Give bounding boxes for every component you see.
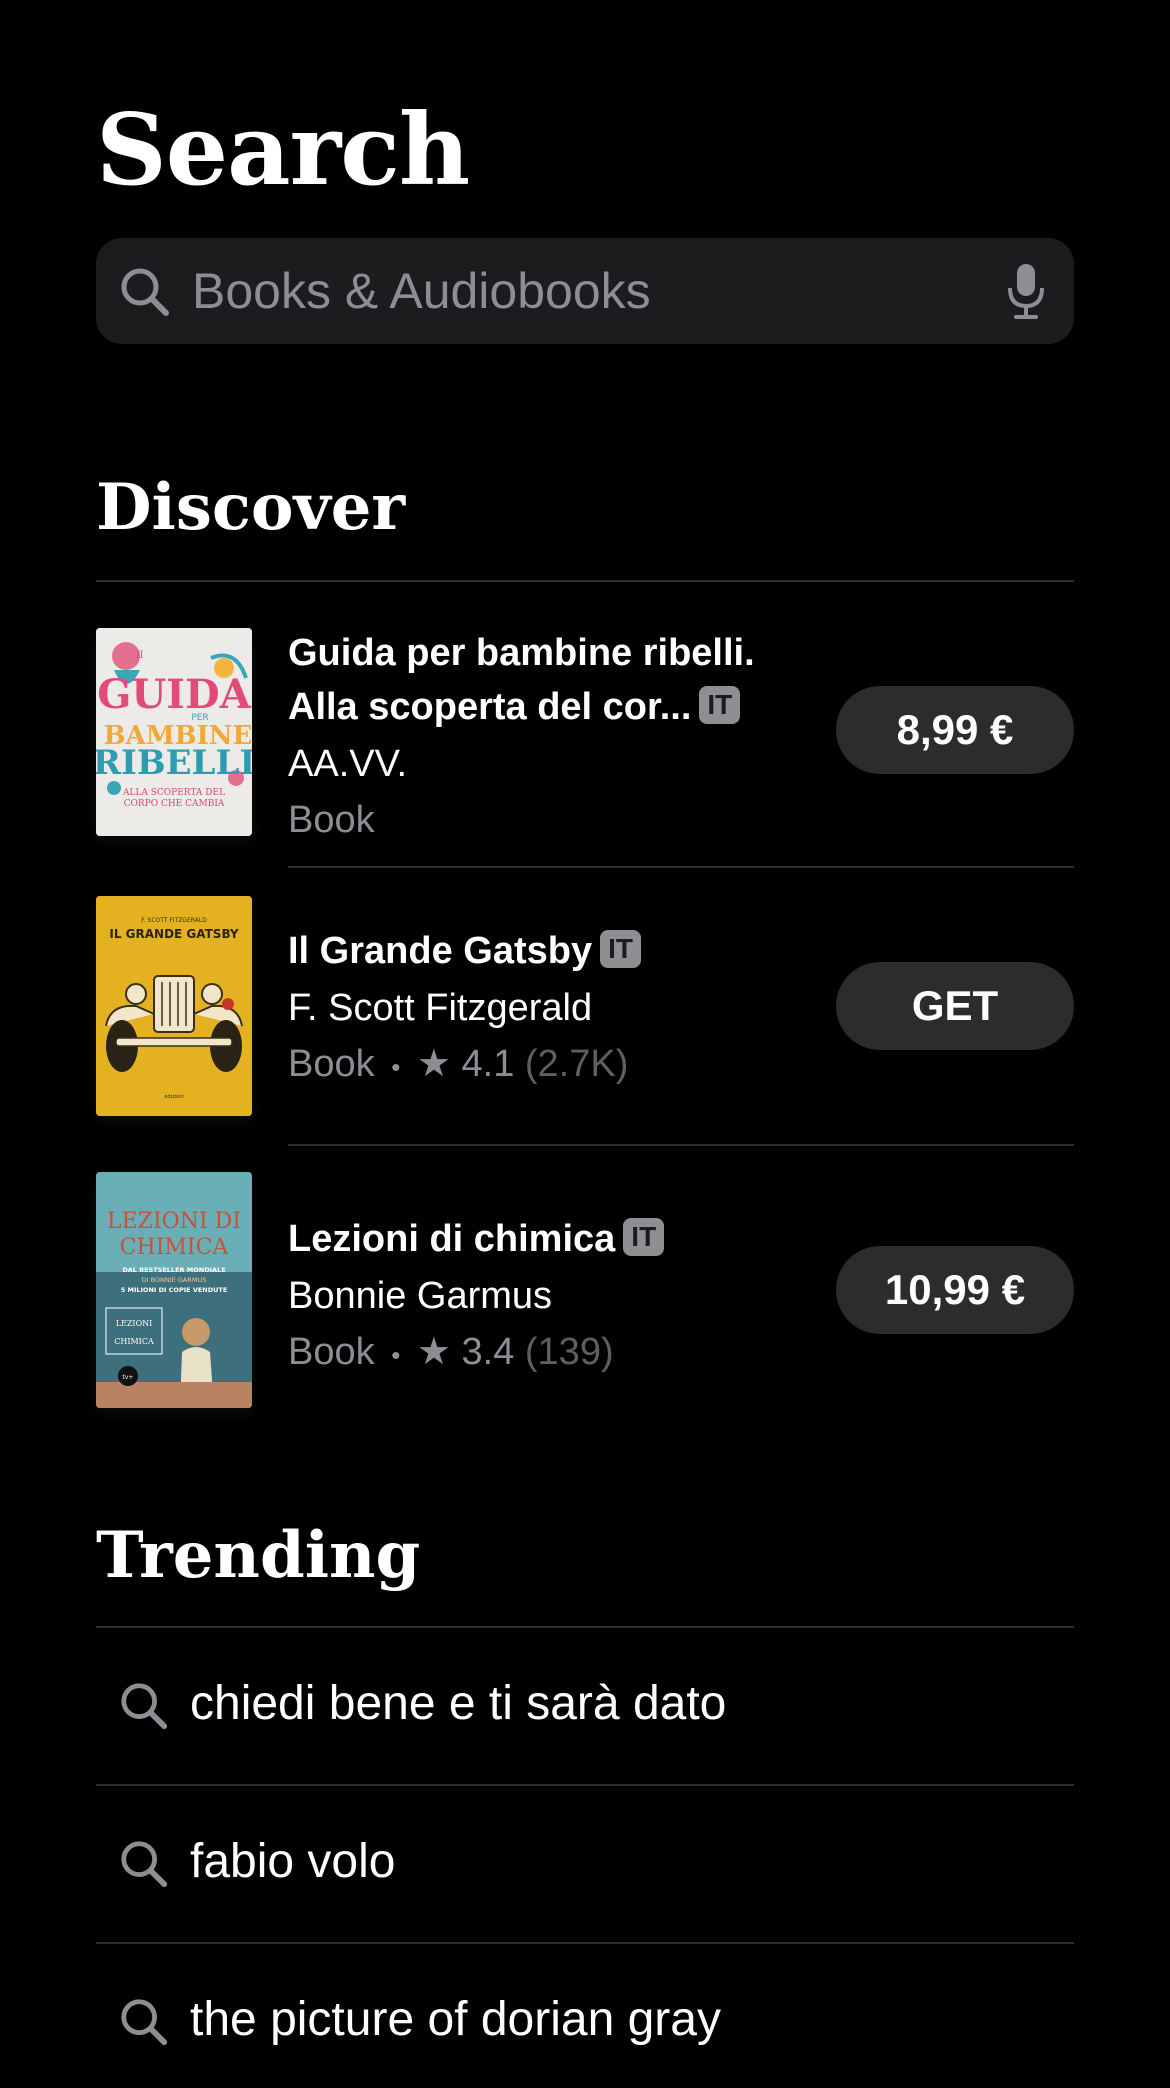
svg-text:RIBELLI: RIBELLI	[96, 743, 252, 783]
svg-text:F. SCOTT FITZGERALD: F. SCOTT FITZGERALD	[141, 917, 207, 924]
svg-text:CHIMICA: CHIMICA	[120, 1235, 230, 1260]
star-icon: ★	[416, 1331, 451, 1373]
book-title-cont: Alla scoperta del cor... IT	[288, 680, 898, 734]
svg-text:DI BONNIE GARMUS: DI BONNIE GARMUS	[142, 1276, 207, 1284]
book-title: Guida per bambine ribelli.	[288, 632, 755, 674]
search-icon	[118, 1838, 170, 1895]
svg-text:GUIDA: GUIDA	[97, 671, 251, 718]
book-meta: Book • ★ 3.4 (139)	[288, 1331, 614, 1373]
svg-text:5 MILIONI DI COPIE VENDUTE: 5 MILIONI DI COPIE VENDUTE	[121, 1286, 228, 1294]
svg-text:DAL BESTSELLER MONDIALE: DAL BESTSELLER MONDIALE	[122, 1266, 225, 1274]
divider	[288, 866, 1074, 868]
search-icon	[118, 1680, 170, 1737]
book-cover: LEZIONI DI CHIMICA DAL BESTSELLER MONDIA…	[96, 1172, 252, 1408]
discover-section-title: Discover	[96, 470, 406, 545]
page-title: Search	[96, 93, 470, 208]
svg-text:CHIMICA: CHIMICA	[114, 1337, 154, 1346]
svg-text:LEZIONI: LEZIONI	[116, 1319, 153, 1328]
svg-text:tv+: tv+	[123, 1374, 134, 1381]
book-item-lezioni[interactable]: LEZIONI DI CHIMICA DAL BESTSELLER MONDIA…	[96, 1172, 1074, 1412]
book-item-gatsby[interactable]: F. SCOTT FITZGERALD IL GRANDE GATSBY edi…	[96, 896, 1074, 1118]
book-meta: Book • ★ 4.1 (2.7K)	[288, 1043, 629, 1085]
book-item-guida[interactable]: Il GUIDA PER BAMBINE RIBELLI ALLA SCOPER…	[96, 626, 1074, 841]
book-author: Bonnie Garmus	[288, 1275, 553, 1317]
microphone-icon[interactable]	[1006, 262, 1046, 325]
get-button[interactable]: GET	[836, 962, 1074, 1050]
star-icon: ★	[416, 1043, 451, 1085]
rating-value: 3.4	[461, 1331, 515, 1373]
language-badge: IT	[600, 929, 641, 968]
language-badge: IT	[699, 685, 741, 724]
search-icon	[118, 265, 172, 324]
cover-text: Il	[136, 650, 143, 661]
divider	[288, 1144, 1074, 1146]
trending-section-title: Trending	[96, 1518, 421, 1593]
book-author: F. Scott Fitzgerald	[288, 987, 593, 1029]
search-placeholder: Books & Audiobooks	[192, 263, 651, 319]
trending-item[interactable]: the picture of dorian gray	[96, 1944, 1074, 2088]
svg-text:IL GRANDE GATSBY: IL GRANDE GATSBY	[109, 927, 239, 941]
book-title: Il Grande Gatsby IT	[288, 924, 898, 978]
trending-item[interactable]: chiedi bene e ti sarà dato	[96, 1628, 1074, 1784]
rating-value: 4.1	[461, 1043, 515, 1085]
language-badge: IT	[623, 1217, 665, 1256]
trending-text: chiedi bene e ti sarà dato	[190, 1677, 727, 1730]
price-button[interactable]: 8,99 €	[836, 686, 1074, 774]
rating-count: (2.7K)	[524, 1043, 629, 1085]
trending-item[interactable]: fabio volo	[96, 1786, 1074, 1942]
divider	[96, 580, 1074, 582]
search-input[interactable]: Books & Audiobooks	[96, 238, 1074, 344]
book-author: AA.VV.	[288, 743, 408, 785]
trending-text: fabio volo	[190, 1835, 396, 1888]
trending-text: the picture of dorian gray	[190, 1993, 721, 2046]
book-cover: Il GUIDA PER BAMBINE RIBELLI ALLA SCOPER…	[96, 628, 252, 836]
rating-count: (139)	[524, 1331, 614, 1373]
book-cover: F. SCOTT FITZGERALD IL GRANDE GATSBY edi…	[96, 896, 252, 1116]
svg-text:edizioni: edizioni	[164, 1094, 183, 1100]
search-icon	[118, 1996, 170, 2053]
price-button[interactable]: 10,99 €	[836, 1246, 1074, 1334]
book-title: Lezioni di chimica IT	[288, 1212, 898, 1266]
book-type: Book	[288, 799, 375, 841]
svg-text:LEZIONI DI: LEZIONI DI	[107, 1209, 241, 1234]
